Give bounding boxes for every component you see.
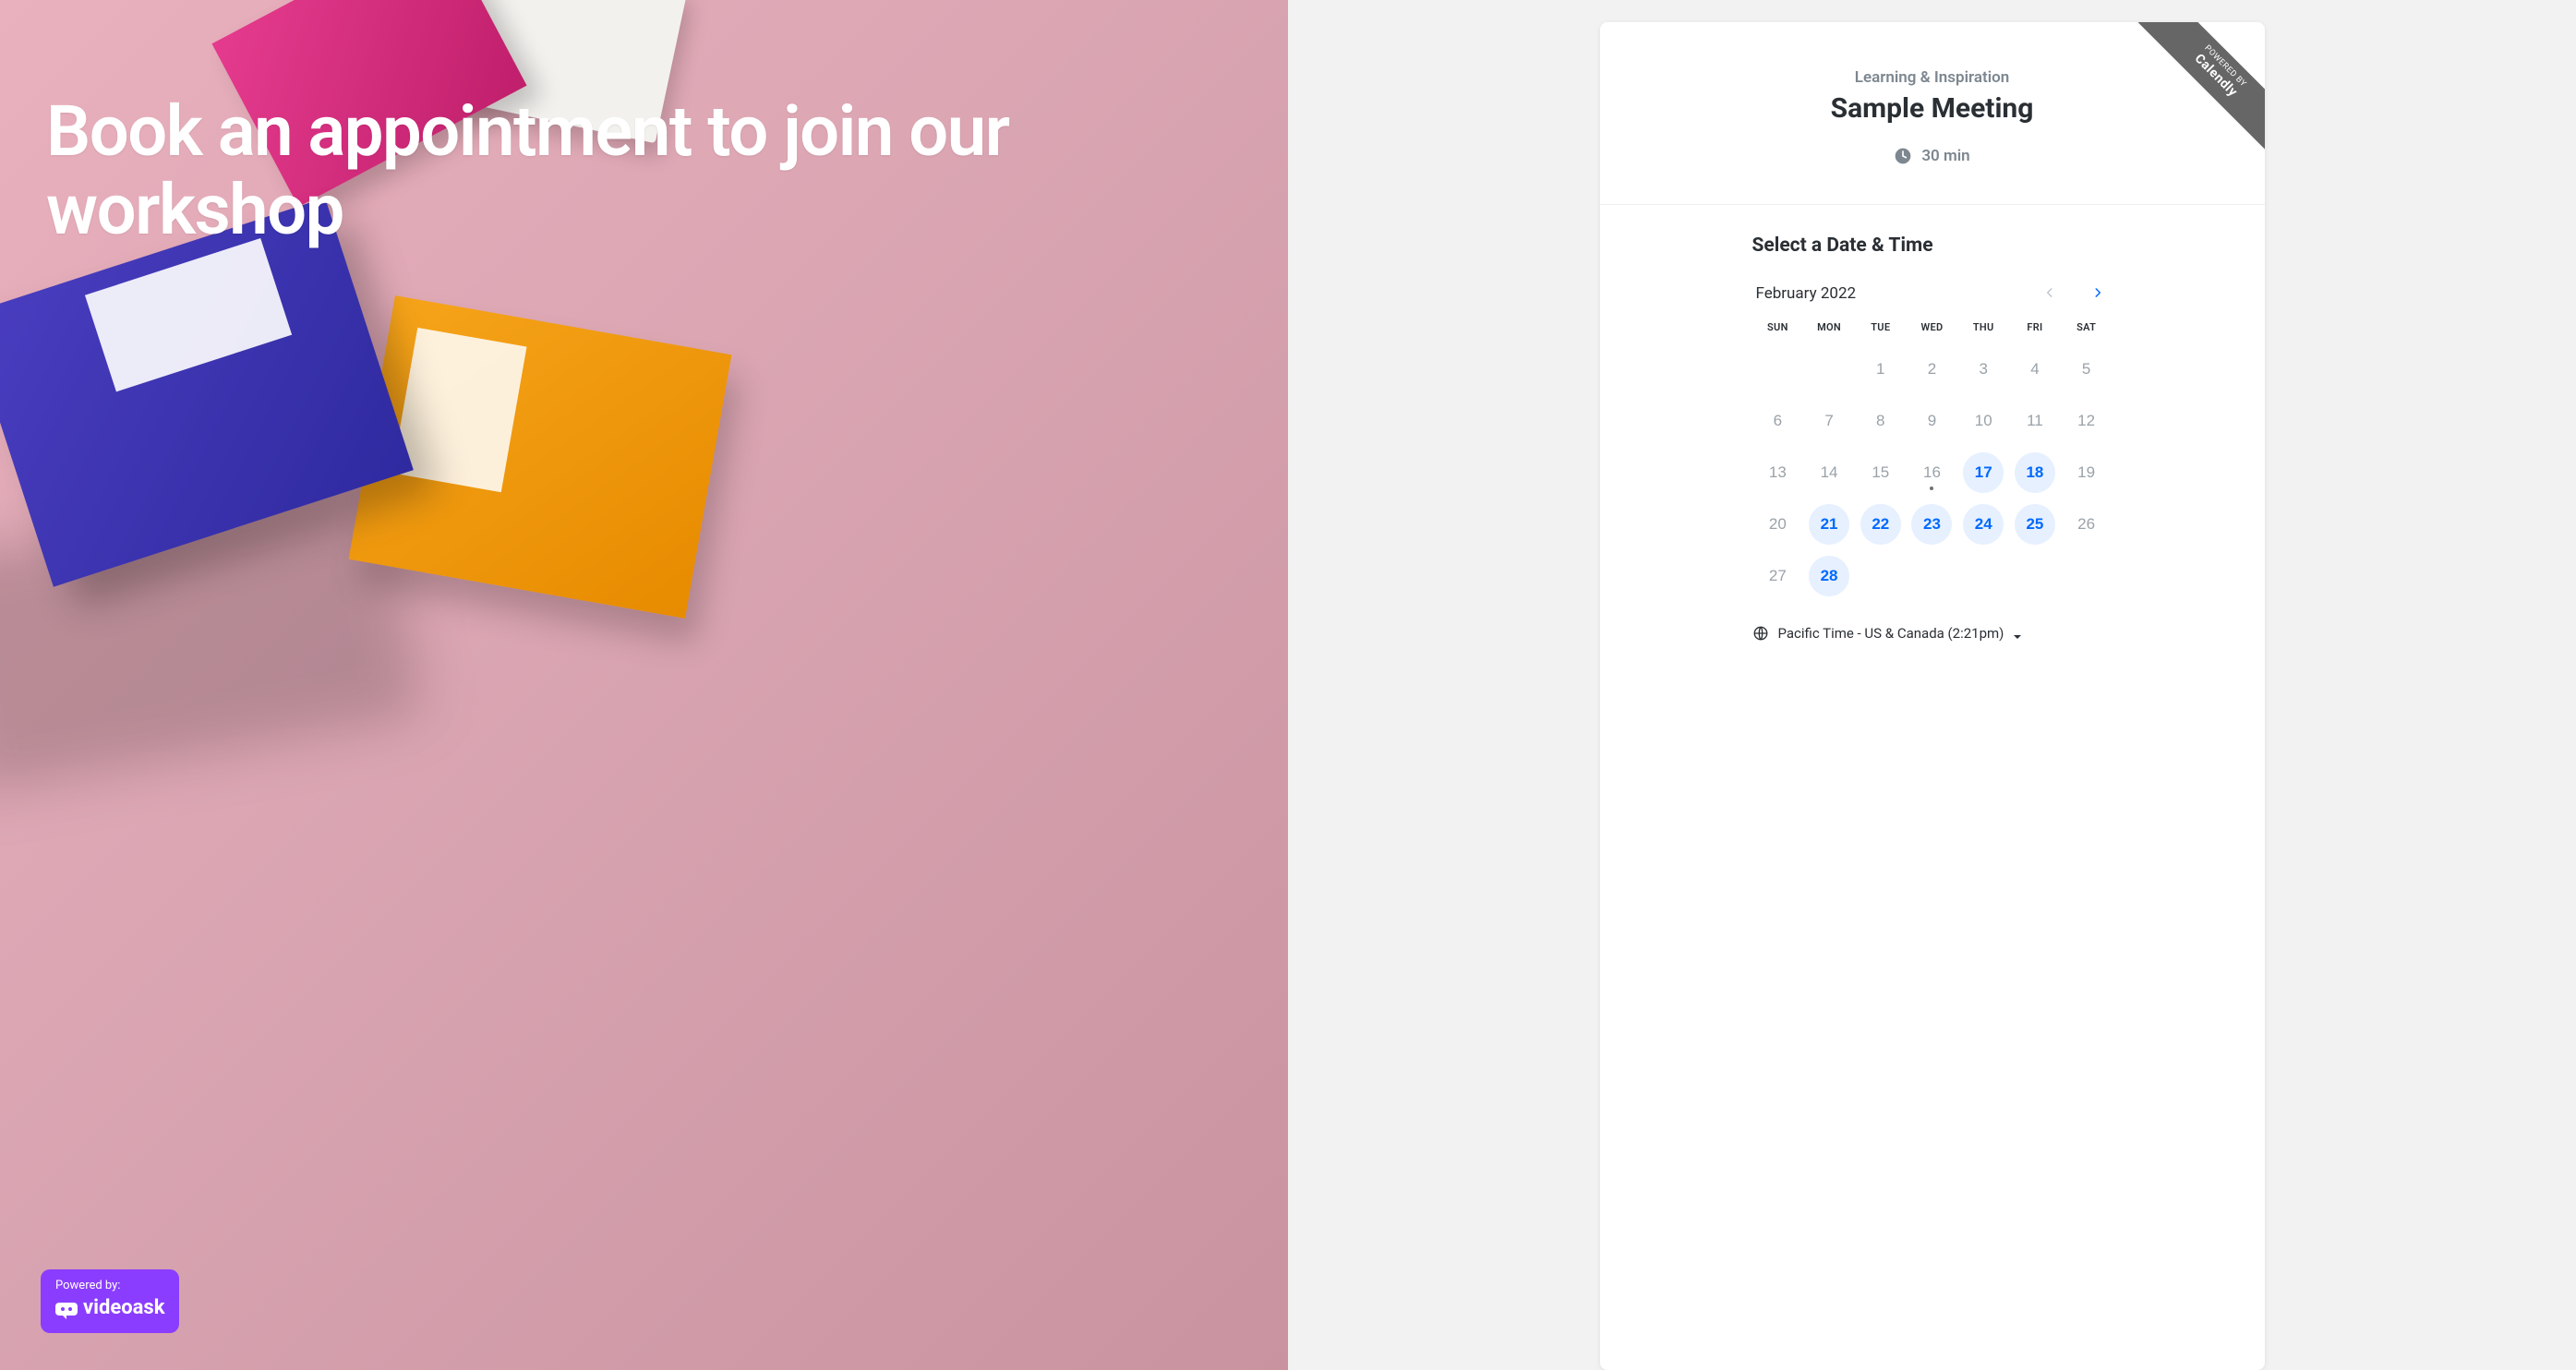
chevron-right-icon	[2091, 286, 2104, 302]
calendar-day-cell	[1752, 348, 1804, 391]
calendar-nav: February 2022	[1752, 282, 2113, 305]
card-body: Select a Date & Time February 2022	[1600, 205, 2265, 669]
calendar-day-cell: 9	[1907, 400, 1958, 442]
globe-icon	[1752, 625, 1769, 642]
calendar-day-cell: 17	[1957, 451, 2009, 494]
calendar-day-cell: 11	[2009, 400, 2061, 442]
hero-panel: Book an appointment to join our workshop…	[0, 0, 1288, 1370]
calendly-ribbon[interactable]: POWERED BY Calendly	[2136, 22, 2265, 151]
calendar-day-unavailable: 26	[2066, 504, 2107, 545]
calendar-day-cell: 21	[1803, 503, 1855, 546]
calendar-day-cell: 4	[2009, 348, 2061, 391]
calendar-day-cell: 10	[1957, 400, 2009, 442]
calendar-day-cell: 3	[1957, 348, 2009, 391]
calendar-day-unavailable: 20	[1757, 504, 1798, 545]
calendar-dow: FRI	[2009, 321, 2061, 339]
calendar-day-available[interactable]: 25	[2015, 504, 2055, 545]
calendar-day-cell: 28	[1803, 555, 1855, 597]
calendar-day-unavailable: 12	[2066, 401, 2107, 441]
select-date-time-title: Select a Date & Time	[1752, 234, 2113, 257]
calendar-day-unavailable: 3	[1963, 349, 2004, 390]
calendar-day-cell: 16	[1907, 451, 1958, 494]
calendar-day-unavailable: 15	[1860, 452, 1901, 493]
calendar-day-cell: 18	[2009, 451, 2061, 494]
calendar-day-unavailable: 7	[1809, 401, 1849, 441]
meeting-duration: 30 min	[1894, 147, 1969, 165]
calendar-dow: SAT	[2061, 321, 2113, 339]
calendar-month-label: February 2022	[1756, 284, 1857, 303]
calendar-day-unavailable: 9	[1911, 401, 1952, 441]
calendar-grid: SUNMONTUEWEDTHUFRISAT1234567891011121314…	[1752, 321, 2113, 597]
videoask-brand-label: videoask	[83, 1295, 164, 1322]
calendar-day-unavailable: 11	[2015, 401, 2055, 441]
caret-down-icon	[2013, 629, 2022, 638]
calendar-day-cell	[1907, 555, 1958, 597]
calendar-day-cell: 8	[1855, 400, 1907, 442]
calendar-dow: THU	[1957, 321, 2009, 339]
booking-panel: POWERED BY Calendly Learning & Inspirati…	[1288, 0, 2576, 1370]
meeting-duration-label: 30 min	[1921, 147, 1969, 165]
clock-icon	[1894, 147, 1912, 165]
calendar-day-cell: 14	[1803, 451, 1855, 494]
calendar-day-unavailable: 5	[2066, 349, 2107, 390]
videoask-badge[interactable]: Powered by: videoask	[41, 1269, 179, 1333]
calendar-day-unavailable: 10	[1963, 401, 2004, 441]
calendar-day-cell	[2061, 555, 2113, 597]
calendar-day-unavailable: 8	[1860, 401, 1901, 441]
calendar-dow: MON	[1803, 321, 1855, 339]
calendar-day-unavailable: 14	[1809, 452, 1849, 493]
calendar-day-available[interactable]: 28	[1809, 556, 1849, 596]
calendar-day-unavailable: 27	[1757, 556, 1798, 596]
calendar-day-available[interactable]: 24	[1963, 504, 2004, 545]
calendar-day-unavailable: 6	[1757, 401, 1798, 441]
calendar-day-cell	[1855, 555, 1907, 597]
calendar-day-available[interactable]: 23	[1911, 504, 1952, 545]
calendar-day-cell: 12	[2061, 400, 2113, 442]
booking-card: POWERED BY Calendly Learning & Inspirati…	[1600, 22, 2265, 1370]
videoask-logo-icon	[55, 1301, 78, 1317]
calendar-day-unavailable: 4	[2015, 349, 2055, 390]
calendar-day-unavailable: 2	[1911, 349, 1952, 390]
timezone-label: Pacific Time - US & Canada (2:21pm)	[1778, 625, 2004, 642]
calendar-day-cell: 15	[1855, 451, 1907, 494]
calendar-day-cell: 24	[1957, 503, 2009, 546]
calendar-day-unavailable: 13	[1757, 452, 1798, 493]
calendar-day-available[interactable]: 21	[1809, 504, 1849, 545]
calendar-day-cell: 19	[2061, 451, 2113, 494]
calendar-day-available[interactable]: 18	[2015, 452, 2055, 493]
calendar-day-cell: 26	[2061, 503, 2113, 546]
videoask-powered-by-label: Powered by:	[55, 1279, 164, 1294]
calendar-dow: WED	[1907, 321, 1958, 339]
hero-title: Book an appointment to join our workshop	[46, 92, 1288, 249]
calendar-day-available[interactable]: 17	[1963, 452, 2004, 493]
calendly-brand-label: Calendly	[2145, 22, 2265, 147]
calendar-day-cell	[1957, 555, 2009, 597]
calendar-dow: TUE	[1855, 321, 1907, 339]
calendar-day-cell: 22	[1855, 503, 1907, 546]
calendar-day-unavailable: 19	[2066, 452, 2107, 493]
calendar-dow: SUN	[1752, 321, 1804, 339]
chevron-left-icon	[2043, 286, 2056, 302]
calendar-day-cell: 7	[1803, 400, 1855, 442]
calendar-day-cell: 1	[1855, 348, 1907, 391]
calendar-day-cell	[1803, 348, 1855, 391]
calendar-day-cell	[2009, 555, 2061, 597]
calendar-day-unavailable: 1	[1860, 349, 1901, 390]
calendar-day-cell: 27	[1752, 555, 1804, 597]
calendar-day-cell: 6	[1752, 400, 1804, 442]
next-month-button[interactable]	[2087, 282, 2109, 305]
prev-month-button[interactable]	[2039, 282, 2061, 305]
calendar-day-cell: 20	[1752, 503, 1804, 546]
calendar-day-cell: 13	[1752, 451, 1804, 494]
calendar-day-available[interactable]: 22	[1860, 504, 1901, 545]
calendar-day-cell: 25	[2009, 503, 2061, 546]
calendar-day-cell: 2	[1907, 348, 1958, 391]
calendar-day-cell: 23	[1907, 503, 1958, 546]
timezone-selector[interactable]: Pacific Time - US & Canada (2:21pm)	[1752, 625, 2113, 642]
calendar-day-cell: 5	[2061, 348, 2113, 391]
